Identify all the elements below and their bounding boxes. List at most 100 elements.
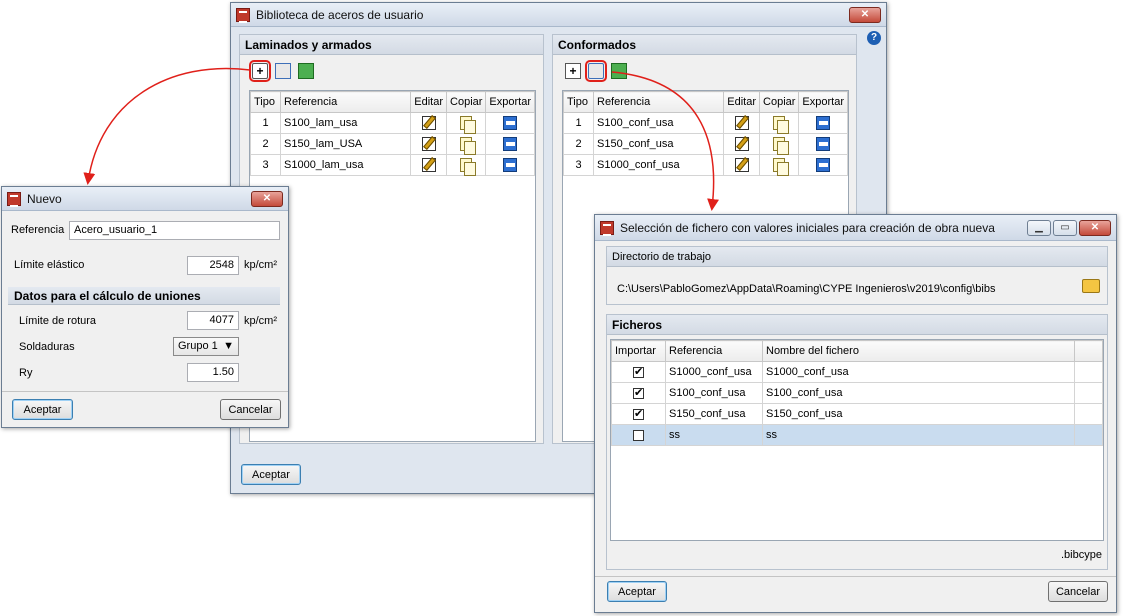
import-checkbox[interactable] (633, 365, 644, 378)
files-table: Importar Referencia Nombre del fichero S… (611, 340, 1103, 446)
row-referencia[interactable]: S100_lam_usa (279, 112, 412, 134)
col-referencia[interactable]: Referencia (665, 340, 763, 362)
col-copiar[interactable]: Copiar (759, 91, 800, 113)
col-exportar[interactable]: Exportar (798, 91, 848, 113)
table-row-selected[interactable]: ss ss (611, 424, 1103, 446)
maximize-button[interactable]: ▭ (1053, 219, 1077, 236)
new-icon[interactable]: + (565, 63, 581, 79)
app-icon (236, 7, 250, 23)
close-button[interactable]: ✕ (251, 190, 283, 207)
files-section-title: Ficheros (607, 315, 1107, 335)
table-row[interactable]: S100_conf_usa S100_conf_usa (611, 382, 1103, 404)
row-referencia: ss (665, 424, 763, 446)
edit-icon[interactable] (421, 137, 436, 151)
ry-label: Ry (19, 367, 33, 379)
directory-path: C:\Users\PabloGomez\AppData\Roaming\CYPE… (617, 283, 996, 295)
table-row[interactable]: 2 S150_lam_USA (250, 133, 535, 155)
row-fichero: S1000_conf_usa (762, 361, 1075, 383)
import-checkbox[interactable] (633, 407, 644, 420)
import-checkbox[interactable] (633, 386, 644, 399)
ry-input[interactable]: 1.50 (187, 363, 239, 382)
table-row[interactable]: S150_conf_usa S150_conf_usa (611, 403, 1103, 425)
import-settings-icon[interactable] (275, 63, 292, 79)
col-editar[interactable]: Editar (410, 91, 448, 113)
row-referencia[interactable]: S150_lam_USA (279, 133, 412, 155)
folder-icon[interactable] (1082, 279, 1100, 293)
col-exportar[interactable]: Exportar (485, 91, 535, 113)
divider (595, 576, 1116, 577)
export-icon[interactable] (816, 158, 831, 172)
minimize-button[interactable]: ▁ (1027, 219, 1051, 236)
row-tipo: 3 (250, 154, 281, 176)
laminados-table: Tipo Referencia Editar Copiar Exportar 1… (250, 91, 535, 176)
nuevo-title: Nuevo (27, 191, 62, 206)
close-button[interactable]: ✕ (1079, 219, 1111, 236)
row-referencia[interactable]: S1000_conf_usa (592, 154, 725, 176)
col-nombre-fichero[interactable]: Nombre del fichero (762, 340, 1075, 362)
col-referencia[interactable]: Referencia (592, 91, 725, 113)
col-copiar[interactable]: Copiar (446, 91, 487, 113)
row-referencia[interactable]: S1000_lam_usa (279, 154, 412, 176)
col-importar[interactable]: Importar (611, 340, 666, 362)
divider (2, 391, 288, 392)
export-icon[interactable] (816, 137, 831, 151)
copy-icon[interactable] (773, 116, 790, 134)
referencia-input[interactable]: Acero_usuario_1 (69, 221, 280, 240)
table-row[interactable]: 3 S1000_conf_usa (563, 154, 848, 176)
file-dialog: Selección de fichero con valores inicial… (594, 214, 1117, 613)
import-checkbox[interactable] (633, 429, 644, 441)
edit-icon[interactable] (421, 158, 436, 172)
nuevo-accept-button[interactable]: Aceptar (12, 399, 73, 420)
row-tipo: 2 (250, 133, 281, 155)
file-accept-button[interactable]: Aceptar (607, 581, 667, 602)
col-tipo[interactable]: Tipo (563, 91, 594, 113)
col-tipo[interactable]: Tipo (250, 91, 281, 113)
close-button[interactable]: ✕ (849, 6, 881, 23)
row-referencia: S150_conf_usa (665, 403, 763, 425)
table-row[interactable]: 2 S150_conf_usa (563, 133, 848, 155)
limite-rotura-label: Límite de rotura (19, 315, 97, 327)
edit-icon[interactable] (421, 116, 436, 130)
table-row[interactable]: 3 S1000_lam_usa (250, 154, 535, 176)
new-icon[interactable]: + (249, 60, 271, 82)
copy-icon[interactable] (460, 137, 477, 155)
export-icon[interactable] (816, 116, 831, 130)
main-accept-button[interactable]: Aceptar (241, 464, 301, 485)
file-dialog-title: Selección de fichero con valores inicial… (620, 220, 995, 235)
main-window-title: Biblioteca de aceros de usuario (256, 7, 424, 22)
import-icon[interactable] (298, 63, 315, 79)
table-row[interactable]: S1000_conf_usa S1000_conf_usa (611, 361, 1103, 383)
file-cancel-button[interactable]: Cancelar (1048, 581, 1108, 602)
col-editar[interactable]: Editar (723, 91, 761, 113)
export-icon[interactable] (503, 116, 518, 130)
soldaduras-select[interactable]: Grupo 1 ▼ (173, 337, 239, 356)
copy-icon[interactable] (460, 158, 477, 176)
limite-elastico-unit: kp/cm² (244, 259, 277, 271)
conformados-toolbar: + (553, 55, 856, 83)
import-settings-icon[interactable] (585, 60, 608, 82)
app-icon (7, 191, 21, 207)
table-row[interactable]: 1 S100_lam_usa (250, 112, 535, 134)
copy-icon[interactable] (773, 137, 790, 155)
edit-icon[interactable] (734, 158, 749, 172)
export-icon[interactable] (503, 137, 518, 151)
arrow-new-to-nuevo (83, 67, 251, 185)
nuevo-cancel-button[interactable]: Cancelar (220, 399, 281, 420)
edit-icon[interactable] (734, 137, 749, 151)
col-referencia[interactable]: Referencia (279, 91, 412, 113)
row-tipo: 1 (250, 112, 281, 134)
row-referencia[interactable]: S150_conf_usa (592, 133, 725, 155)
edit-icon[interactable] (734, 116, 749, 130)
copy-icon[interactable] (773, 158, 790, 176)
help-icon[interactable]: ? (867, 31, 881, 45)
directory-section-title: Directorio de trabajo (607, 247, 1107, 267)
row-tipo: 2 (563, 133, 594, 155)
laminados-list: Tipo Referencia Editar Copiar Exportar 1… (249, 90, 536, 442)
limite-elastico-input[interactable]: 2548 (187, 256, 239, 275)
table-row[interactable]: 1 S100_conf_usa (563, 112, 848, 134)
export-icon[interactable] (503, 158, 518, 172)
limite-rotura-input[interactable]: 4077 (187, 311, 239, 330)
copy-icon[interactable] (460, 116, 477, 134)
row-referencia[interactable]: S100_conf_usa (592, 112, 725, 134)
import-icon[interactable] (611, 63, 628, 79)
